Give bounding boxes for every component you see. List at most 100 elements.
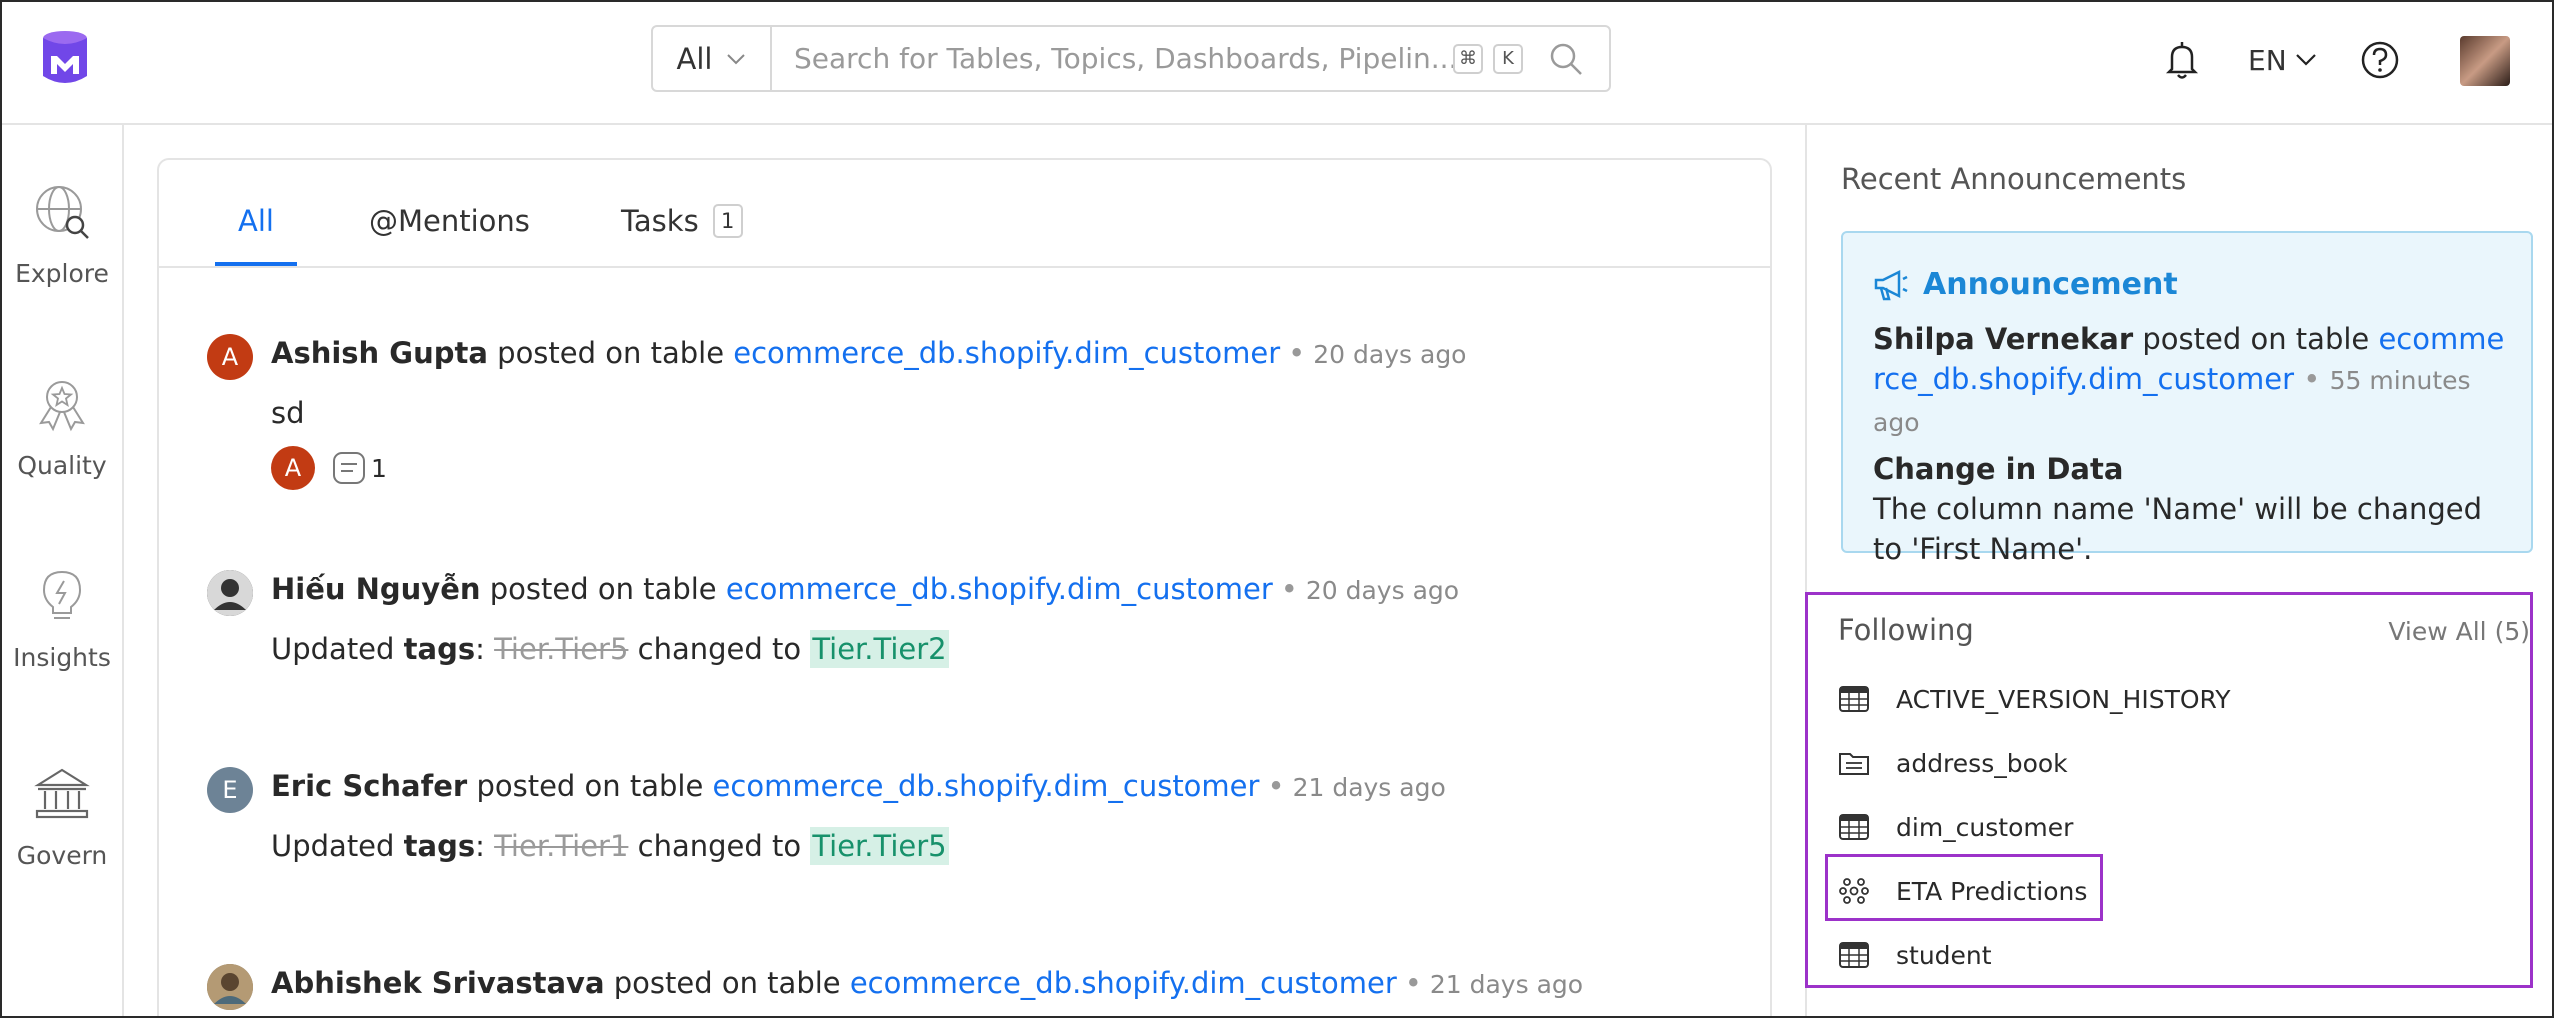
- announcement-header: Announcement: [1873, 267, 2178, 302]
- post-time: 20 days ago: [1305, 576, 1460, 605]
- following-item[interactable]: student: [1838, 939, 1992, 971]
- following-item[interactable]: dim_customer: [1838, 811, 2073, 843]
- selection-highlight: [1825, 854, 2103, 921]
- separator-dot: •: [1288, 336, 1306, 370]
- comment-icon: [333, 452, 365, 484]
- following-item-label: ACTIVE_VERSION_HISTORY: [1896, 684, 2231, 714]
- table-icon: [1839, 942, 1869, 968]
- entity-link[interactable]: ecommerce_db.shopify.dim_customer: [726, 572, 1273, 606]
- language-selector[interactable]: EN: [2248, 35, 2317, 85]
- following-item-label: student: [1896, 940, 1992, 970]
- megaphone-icon: [1874, 269, 1908, 300]
- post-action: posted on table: [476, 769, 704, 803]
- post-message: sd: [271, 396, 305, 430]
- tasks-count-badge: 1: [712, 204, 743, 238]
- post-header: Eric Schafer posted on table ecommerce_d…: [271, 769, 1446, 803]
- separator-dot: •: [1280, 572, 1298, 606]
- sidebar-item-label: Govern: [16, 841, 108, 870]
- sidebar-item-explore[interactable]: Explore: [2, 183, 122, 288]
- active-tab-indicator: [215, 262, 297, 266]
- search-bar: All ⌘ K: [651, 25, 1611, 92]
- announcement-author[interactable]: Shilpa Vernekar: [1873, 322, 2133, 356]
- post-reactions: A 1: [271, 446, 387, 490]
- old-tag-value: Tier.Tier1: [494, 829, 629, 863]
- update-prefix: Updated: [271, 632, 395, 666]
- announcement-content: Shilpa Vernekar posted on table ecommerc…: [1873, 319, 2513, 569]
- announcement-title: Change in Data: [1873, 452, 2124, 486]
- table-icon: [1839, 686, 1869, 712]
- post-time: 21 days ago: [1292, 773, 1446, 802]
- feed-tabs: All @Mentions Tasks 1: [159, 160, 1770, 268]
- left-sidebar: Explore Quality Insights Govern: [2, 125, 124, 1016]
- avatar[interactable]: [207, 570, 253, 616]
- view-all-link[interactable]: View All (5): [2388, 617, 2530, 646]
- announcement-card[interactable]: Announcement Shilpa Vernekar posted on t…: [1841, 231, 2533, 566]
- search-input[interactable]: [772, 27, 1453, 90]
- table-icon: [1839, 814, 1869, 840]
- sidebar-item-govern[interactable]: Govern: [2, 765, 122, 870]
- post-author[interactable]: Ashish Gupta: [271, 336, 488, 370]
- update-field: tags: [403, 632, 476, 666]
- sidebar-item-label: Quality: [17, 451, 107, 480]
- following-title: Following: [1838, 613, 1974, 647]
- post-action: posted on table: [613, 966, 841, 1000]
- openmetadata-logo[interactable]: [34, 28, 96, 90]
- separator-dot: •: [1267, 769, 1285, 803]
- shortcut-k-key: K: [1493, 43, 1523, 74]
- help-icon: [2361, 41, 2399, 79]
- following-item-label: address_book: [1896, 748, 2068, 778]
- entity-link[interactable]: ecommerce_db.shopify.dim_customer: [850, 966, 1397, 1000]
- following-item[interactable]: ACTIVE_VERSION_HISTORY: [1838, 683, 2231, 715]
- user-avatar[interactable]: [2460, 36, 2510, 86]
- following-section: Following View All (5) ACTIVE_VERSION_HI…: [1805, 592, 2533, 988]
- search-icon[interactable]: [1547, 40, 1585, 78]
- language-label: EN: [2248, 43, 2287, 77]
- sidebar-item-quality[interactable]: Quality: [2, 375, 122, 480]
- post-author[interactable]: Abhishek Srivastava: [271, 966, 605, 1000]
- activity-feed-card: All @Mentions Tasks 1 A Ashish Gupta pos…: [157, 158, 1772, 1016]
- tab-label: @Mentions: [369, 204, 530, 238]
- app-window: All ⌘ K EN: [0, 0, 2554, 1018]
- entity-link[interactable]: ecommerce_db.shopify.dim_customer: [733, 336, 1280, 370]
- tab-tasks[interactable]: Tasks 1: [621, 204, 743, 238]
- update-prefix: Updated: [271, 829, 395, 863]
- old-tag-value: Tier.Tier5: [494, 632, 629, 666]
- sidebar-item-insights[interactable]: Insights: [2, 567, 122, 672]
- search-filter-label: All: [676, 41, 713, 76]
- post-time: 21 days ago: [1429, 970, 1584, 999]
- tab-all[interactable]: All: [238, 204, 274, 238]
- post-author[interactable]: Hiếu Nguyễn: [271, 572, 481, 606]
- post-header: Abhishek Srivastava posted on table ecom…: [271, 966, 1583, 1000]
- reply-count: 1: [371, 453, 387, 483]
- post-update: Updated tags: Tier.Tier1 changed to Tier…: [271, 827, 949, 865]
- recent-announcements-title: Recent Announcements: [1841, 162, 2187, 196]
- tab-label: Tasks: [621, 204, 699, 238]
- lightbulb-icon: [42, 570, 82, 619]
- search-filter-dropdown[interactable]: All: [653, 27, 772, 90]
- new-tag-value: Tier.Tier5: [810, 827, 949, 865]
- changed-to-text: changed to: [637, 632, 802, 666]
- top-navbar: All ⌘ K EN: [2, 2, 2552, 125]
- post-update: Updated tags: Tier.Tier5 changed to Tier…: [271, 630, 949, 668]
- sidebar-item-label: Insights: [13, 643, 111, 672]
- reply-count-button[interactable]: 1: [331, 450, 387, 486]
- avatar[interactable]: [207, 964, 253, 1010]
- post-action: posted on table: [489, 572, 717, 606]
- separator-dot: •: [1404, 966, 1422, 1000]
- help-button[interactable]: [2360, 35, 2400, 85]
- announcement-label: Announcement: [1923, 267, 2178, 302]
- folder-icon: [1839, 753, 1869, 775]
- tab-mentions[interactable]: @Mentions: [369, 204, 530, 238]
- post-author[interactable]: Eric Schafer: [271, 769, 467, 803]
- following-item[interactable]: address_book: [1838, 747, 2068, 779]
- post-header: Ashish Gupta posted on table ecommerce_d…: [271, 336, 1466, 370]
- avatar[interactable]: E: [207, 767, 253, 813]
- following-item-label: dim_customer: [1896, 812, 2074, 842]
- sidebar-item-label: Explore: [15, 259, 109, 288]
- entity-link[interactable]: ecommerce_db.shopify.dim_customer: [713, 769, 1260, 803]
- avatar[interactable]: A: [271, 446, 315, 490]
- user-photo-icon: [207, 964, 253, 1010]
- chevron-down-icon: [727, 53, 746, 64]
- avatar[interactable]: A: [207, 334, 253, 380]
- notifications-button[interactable]: [2162, 35, 2202, 85]
